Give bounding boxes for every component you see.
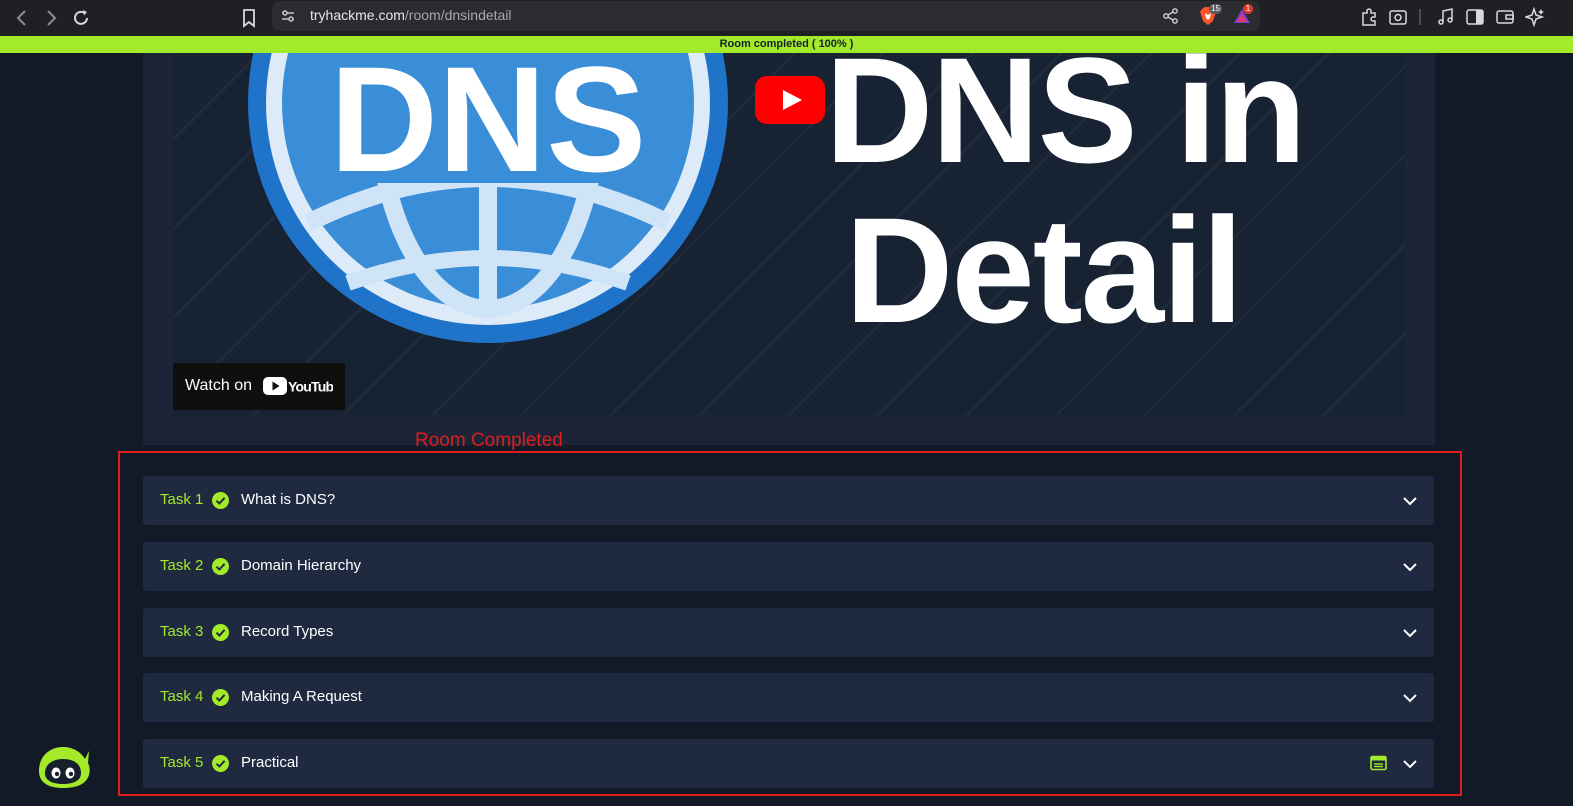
task-title: Practical <box>241 754 299 771</box>
toolbar-divider <box>1419 9 1421 25</box>
media-icon[interactable] <box>1436 7 1456 27</box>
check-circle-icon <box>212 492 229 509</box>
task-row-3[interactable]: Task 3 Record Types <box>143 608 1434 657</box>
vm-terminal-icon[interactable] <box>1370 755 1387 771</box>
task-row-5[interactable]: Task 5 Practical <box>143 739 1434 788</box>
globe-dns-text: DNS <box>330 53 647 203</box>
room-completed-annotation: Room Completed <box>415 430 563 451</box>
shields-count-badge: 15 <box>1209 4 1222 14</box>
chevron-down-icon[interactable] <box>1401 755 1419 773</box>
leo-ai-icon[interactable] <box>1523 6 1545 28</box>
task-number: Task 1 <box>160 491 204 508</box>
youtube-play-icon[interactable] <box>755 76 825 124</box>
youtube-wordmark: YouTube <box>288 379 333 395</box>
forward-icon[interactable] <box>40 7 62 29</box>
check-circle-icon <box>212 755 229 772</box>
task-number: Task 2 <box>160 557 204 574</box>
chevron-down-icon[interactable] <box>1401 689 1419 707</box>
chevron-down-icon[interactable] <box>1401 558 1419 576</box>
wallet-icon[interactable] <box>1495 7 1515 27</box>
task-row-4[interactable]: Task 4 Making A Request <box>143 673 1434 722</box>
watch-on-youtube-button[interactable]: Watch on YouTube <box>173 363 345 410</box>
extensions-icon[interactable] <box>1359 7 1379 27</box>
task-title: Making A Request <box>241 688 362 705</box>
tryhackme-mascot-icon[interactable] <box>33 737 91 789</box>
task-title: What is DNS? <box>241 491 336 508</box>
reload-icon[interactable] <box>70 7 92 29</box>
bookmark-icon[interactable] <box>239 7 259 29</box>
chevron-down-icon[interactable] <box>1401 492 1419 510</box>
check-circle-icon <box>212 689 229 706</box>
site-info-icon[interactable] <box>280 8 296 24</box>
sidebar-icon[interactable] <box>1465 7 1485 27</box>
screenshot-icon[interactable] <box>1388 7 1408 27</box>
video-title-line2: Detail <box>845 186 1243 354</box>
check-circle-icon <box>212 624 229 641</box>
url-text[interactable]: tryhackme.com/room/dnsindetail <box>310 7 512 23</box>
task-row-2[interactable]: Task 2 Domain Hierarchy <box>143 542 1434 591</box>
task-number: Task 3 <box>160 623 204 640</box>
youtube-logo-icon: YouTube <box>263 377 333 395</box>
video-title-line1: DNS in <box>825 53 1307 194</box>
chevron-down-icon[interactable] <box>1401 624 1419 642</box>
check-circle-icon <box>212 558 229 575</box>
back-icon[interactable] <box>11 7 33 29</box>
video-card: DNS DNS in Detail Watch on YouTube <box>143 53 1435 445</box>
video-player[interactable]: DNS DNS in Detail Watch on YouTube <box>173 53 1405 415</box>
task-number: Task 5 <box>160 754 204 771</box>
task-title: Record Types <box>241 623 334 640</box>
room-progress-bar: Room completed ( 100% ) <box>0 36 1573 53</box>
watch-on-label: Watch on <box>185 377 252 394</box>
url-path: /room/dnsindetail <box>404 7 512 23</box>
room-progress-label: Room completed ( 100% ) <box>719 38 854 50</box>
task-row-1[interactable]: Task 1 What is DNS? <box>143 476 1434 525</box>
rewards-count-badge: 1 <box>1243 4 1253 14</box>
address-bar[interactable]: tryhackme.com/room/dnsindetail 15 1 <box>272 1 1260 31</box>
task-title: Domain Hierarchy <box>241 557 362 574</box>
task-number: Task 4 <box>160 688 204 705</box>
browser-toolbar: tryhackme.com/room/dnsindetail 15 1 <box>0 0 1573 36</box>
url-host: tryhackme.com <box>310 7 405 23</box>
dns-globe-icon: DNS <box>248 53 728 343</box>
share-icon[interactable] <box>1162 7 1180 25</box>
